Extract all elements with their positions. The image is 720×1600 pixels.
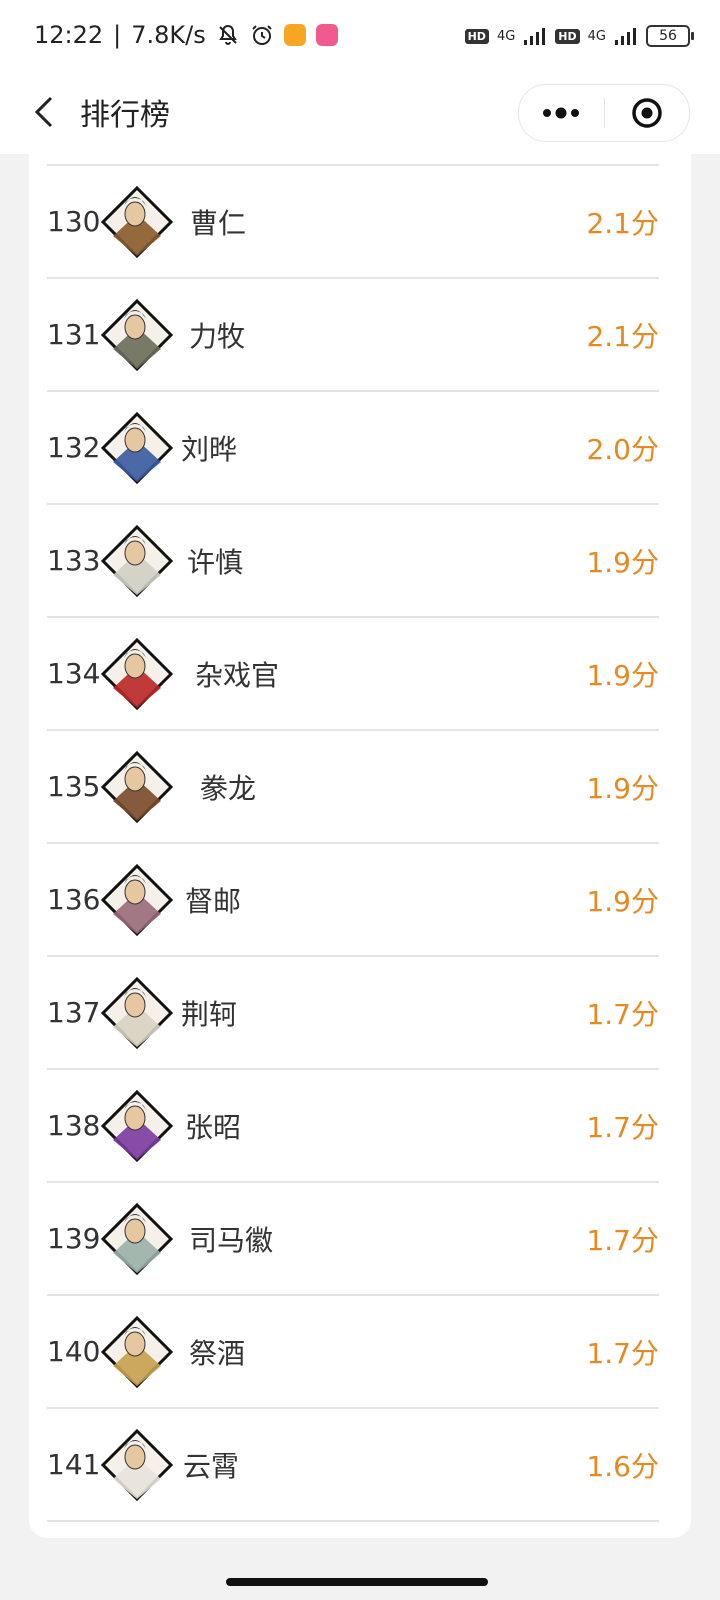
hero-avatar-icon [99,749,175,825]
rank-number: 130 [47,205,101,238]
hero-avatar-icon [99,1088,175,1164]
ranking-row[interactable]: 140 祭酒 1.7分 [47,1296,659,1409]
hero-avatar-icon [99,410,175,486]
hero-avatar-icon [99,1427,175,1503]
hero-name: 云霄 [183,1449,240,1483]
rank-number: 137 [47,996,101,1029]
hero-avatar-icon [99,1314,175,1390]
rank-number: 136 [47,883,101,916]
ranking-list: 130 曹仁 2.1分 131 力牧 2.1分 132 刘晔 2.0分 133 许慎 1.9分 134 杂… [47,164,659,1522]
close-miniprogram-button[interactable] [605,85,690,141]
hero-score: 1.9分 [586,545,659,579]
ranking-row[interactable]: 132 刘晔 2.0分 [47,392,659,505]
status-left: 12:22 | 7.8K/s [34,18,338,52]
rank-number: 135 [47,770,101,803]
hero-avatar-icon [99,862,175,938]
ranking-row[interactable]: 136 督邮 1.9分 [47,844,659,957]
back-button[interactable] [24,92,64,132]
hero-score: 1.9分 [586,771,659,805]
hero-avatar-icon [99,975,175,1051]
hero-avatar-icon [99,523,175,599]
more-dots-icon [543,107,580,119]
hd-badge: HD [464,28,489,44]
page-title: 排行榜 [80,98,170,133]
hero-score: 1.9分 [586,884,659,918]
ranking-row[interactable]: 138 张昭 1.7分 [47,1070,659,1183]
hero-avatar-icon [99,1201,175,1277]
hero-score: 1.7分 [586,1110,659,1144]
ranking-row[interactable]: 141 云霄 1.6分 [47,1409,659,1522]
rank-number: 139 [47,1222,101,1255]
status-time: 12:22 [34,21,104,49]
mini-program-capsule [518,84,690,142]
network-label: 4G [587,28,606,44]
ranking-row[interactable]: 137 荆轲 1.7分 [47,957,659,1070]
hero-name: 督邮 [185,884,242,918]
ranking-row[interactable]: 135 豢龙 1.9分 [47,731,659,844]
rank-number: 132 [47,431,101,464]
app-notification-icon [315,24,338,46]
target-close-icon [632,98,662,128]
ranking-card: 130 曹仁 2.1分 131 力牧 2.1分 132 刘晔 2.0分 133 许慎 1.9分 134 杂… [29,154,691,1538]
alarm-icon [250,23,274,47]
hero-score: 1.7分 [586,997,659,1031]
more-button[interactable] [519,85,604,141]
nav-header: 排行榜 [0,70,720,154]
rank-number: 141 [47,1448,101,1481]
hero-score: 2.0分 [586,432,659,466]
bell-muted-icon [216,23,240,47]
hero-name: 杂戏官 [195,658,280,692]
ranking-row[interactable]: 133 许慎 1.9分 [47,505,659,618]
hero-name: 刘晔 [181,432,238,466]
status-bar: 12:22 | 7.8K/s HD 4G HD 4G 56 [0,0,720,70]
hero-name: 许慎 [187,545,244,579]
hero-name: 张昭 [185,1110,242,1144]
status-speed: 7.8K/s [131,21,206,49]
hero-score: 2.1分 [586,206,659,240]
ranking-row[interactable]: 139 司马徽 1.7分 [47,1183,659,1296]
status-separator: | [113,21,122,49]
network-label: 4G [496,28,516,44]
rank-number: 131 [47,318,101,351]
hero-name: 豢龙 [200,771,257,805]
chevron-left-icon [34,96,53,128]
hero-score: 2.1分 [586,319,659,353]
signal-icon [523,26,547,46]
hero-name: 力牧 [189,319,246,353]
rank-number: 133 [47,544,101,577]
hero-avatar-icon [99,297,175,373]
ranking-row[interactable]: 134 杂戏官 1.9分 [47,618,659,731]
hd-badge: HD [555,28,580,44]
rank-number: 138 [47,1109,101,1142]
app-notification-icon [283,24,306,46]
hero-avatar-icon [99,636,175,712]
hero-name: 祭酒 [189,1336,246,1370]
hero-name: 司马徽 [189,1223,274,1257]
hero-name: 荆轲 [181,997,238,1031]
status-right: HD 4G HD 4G 56 [464,20,694,52]
hero-score: 1.9分 [586,658,659,692]
rank-number: 134 [47,657,101,690]
ranking-row[interactable]: 131 力牧 2.1分 [47,279,659,392]
home-indicator[interactable] [226,1578,488,1586]
hero-score: 1.6分 [586,1449,659,1483]
hero-score: 1.7分 [586,1336,659,1370]
battery-icon: 56 [646,25,694,47]
signal-icon [614,26,638,46]
hero-score: 1.7分 [586,1223,659,1257]
rank-number: 140 [47,1335,101,1368]
hero-avatar-icon [99,184,175,260]
hero-name: 曹仁 [190,206,247,240]
ranking-row[interactable]: 130 曹仁 2.1分 [47,166,659,279]
